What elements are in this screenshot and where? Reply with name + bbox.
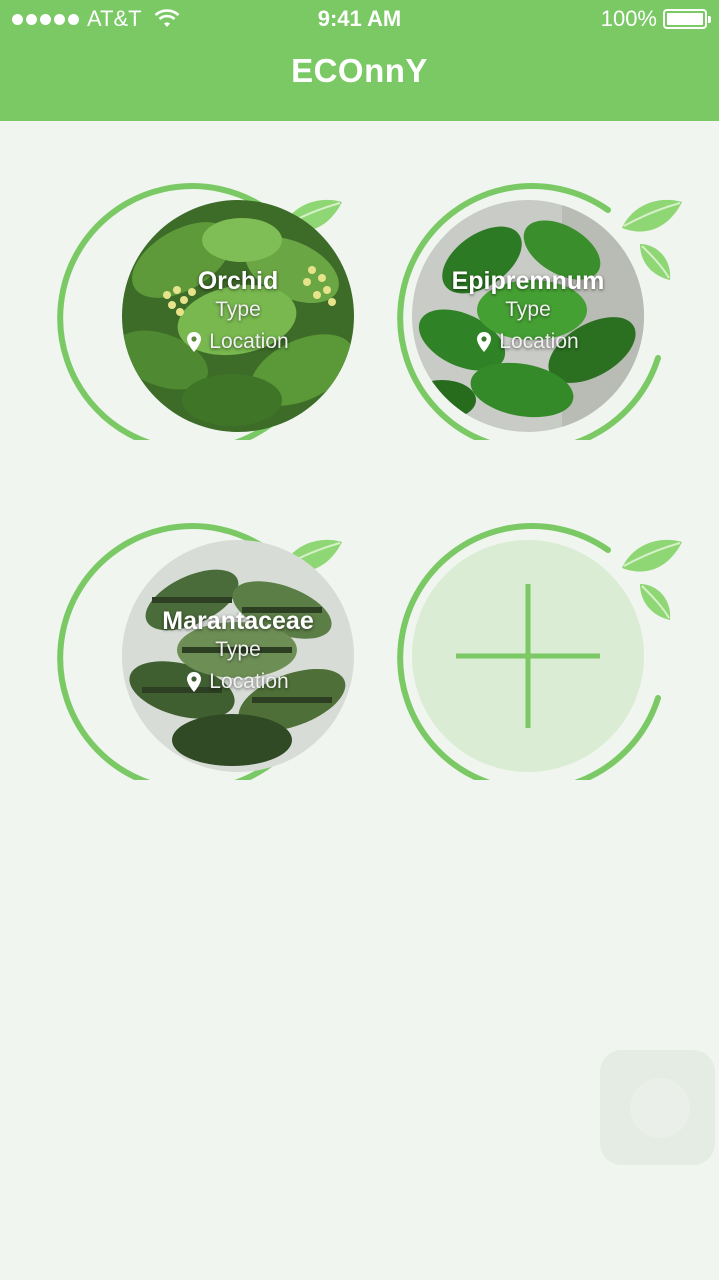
plant-info: Epipremnum Type Location bbox=[412, 200, 644, 432]
page-title: ECOnnY bbox=[291, 52, 428, 89]
plant-info: Marantaceae Type Location bbox=[122, 540, 354, 772]
plant-name: Epipremnum bbox=[451, 266, 605, 295]
plant-location-label: Location bbox=[499, 329, 579, 353]
epipremnum-photo: Epipremnum Type Location bbox=[412, 200, 644, 432]
battery-percent: 100% bbox=[600, 6, 657, 31]
battery-icon bbox=[663, 9, 711, 29]
add-plant-card[interactable] bbox=[390, 480, 690, 780]
location-pin-icon bbox=[187, 331, 202, 352]
plant-location: Location bbox=[187, 329, 289, 354]
plant-type: Type bbox=[215, 297, 261, 321]
plant-name: Marantaceae bbox=[162, 606, 314, 635]
plant-card-epipremnum[interactable]: Epipremnum Type Location bbox=[390, 140, 690, 440]
plant-card-marantaceae[interactable]: Marantaceae Type Location bbox=[50, 480, 354, 780]
orchid-photo: Orchid Type Location bbox=[122, 200, 354, 432]
location-pin-icon bbox=[477, 331, 492, 352]
plant-info: Orchid Type Location bbox=[122, 200, 354, 432]
plant-card-orchid[interactable]: Orchid Type Location bbox=[50, 140, 354, 440]
plant-location-label: Location bbox=[209, 329, 289, 353]
add-plant-button[interactable] bbox=[412, 540, 644, 772]
app-header: AT&T 9:41 AM 100% ECOnnY bbox=[0, 0, 719, 121]
location-pin-icon bbox=[187, 671, 202, 692]
plant-type: Type bbox=[215, 637, 261, 661]
marantaceae-photo: Marantaceae Type Location bbox=[122, 540, 354, 772]
status-right: 100% bbox=[600, 6, 711, 32]
plus-icon bbox=[456, 584, 600, 728]
plant-name: Orchid bbox=[197, 266, 279, 295]
assistive-touch-inner bbox=[630, 1078, 690, 1138]
plant-type: Type bbox=[505, 297, 551, 321]
assistive-touch-button[interactable] bbox=[600, 1050, 715, 1165]
status-bar: AT&T 9:41 AM 100% bbox=[0, 0, 719, 36]
plant-location: Location bbox=[477, 329, 579, 354]
plant-location-label: Location bbox=[209, 669, 289, 693]
plant-location: Location bbox=[187, 669, 289, 694]
